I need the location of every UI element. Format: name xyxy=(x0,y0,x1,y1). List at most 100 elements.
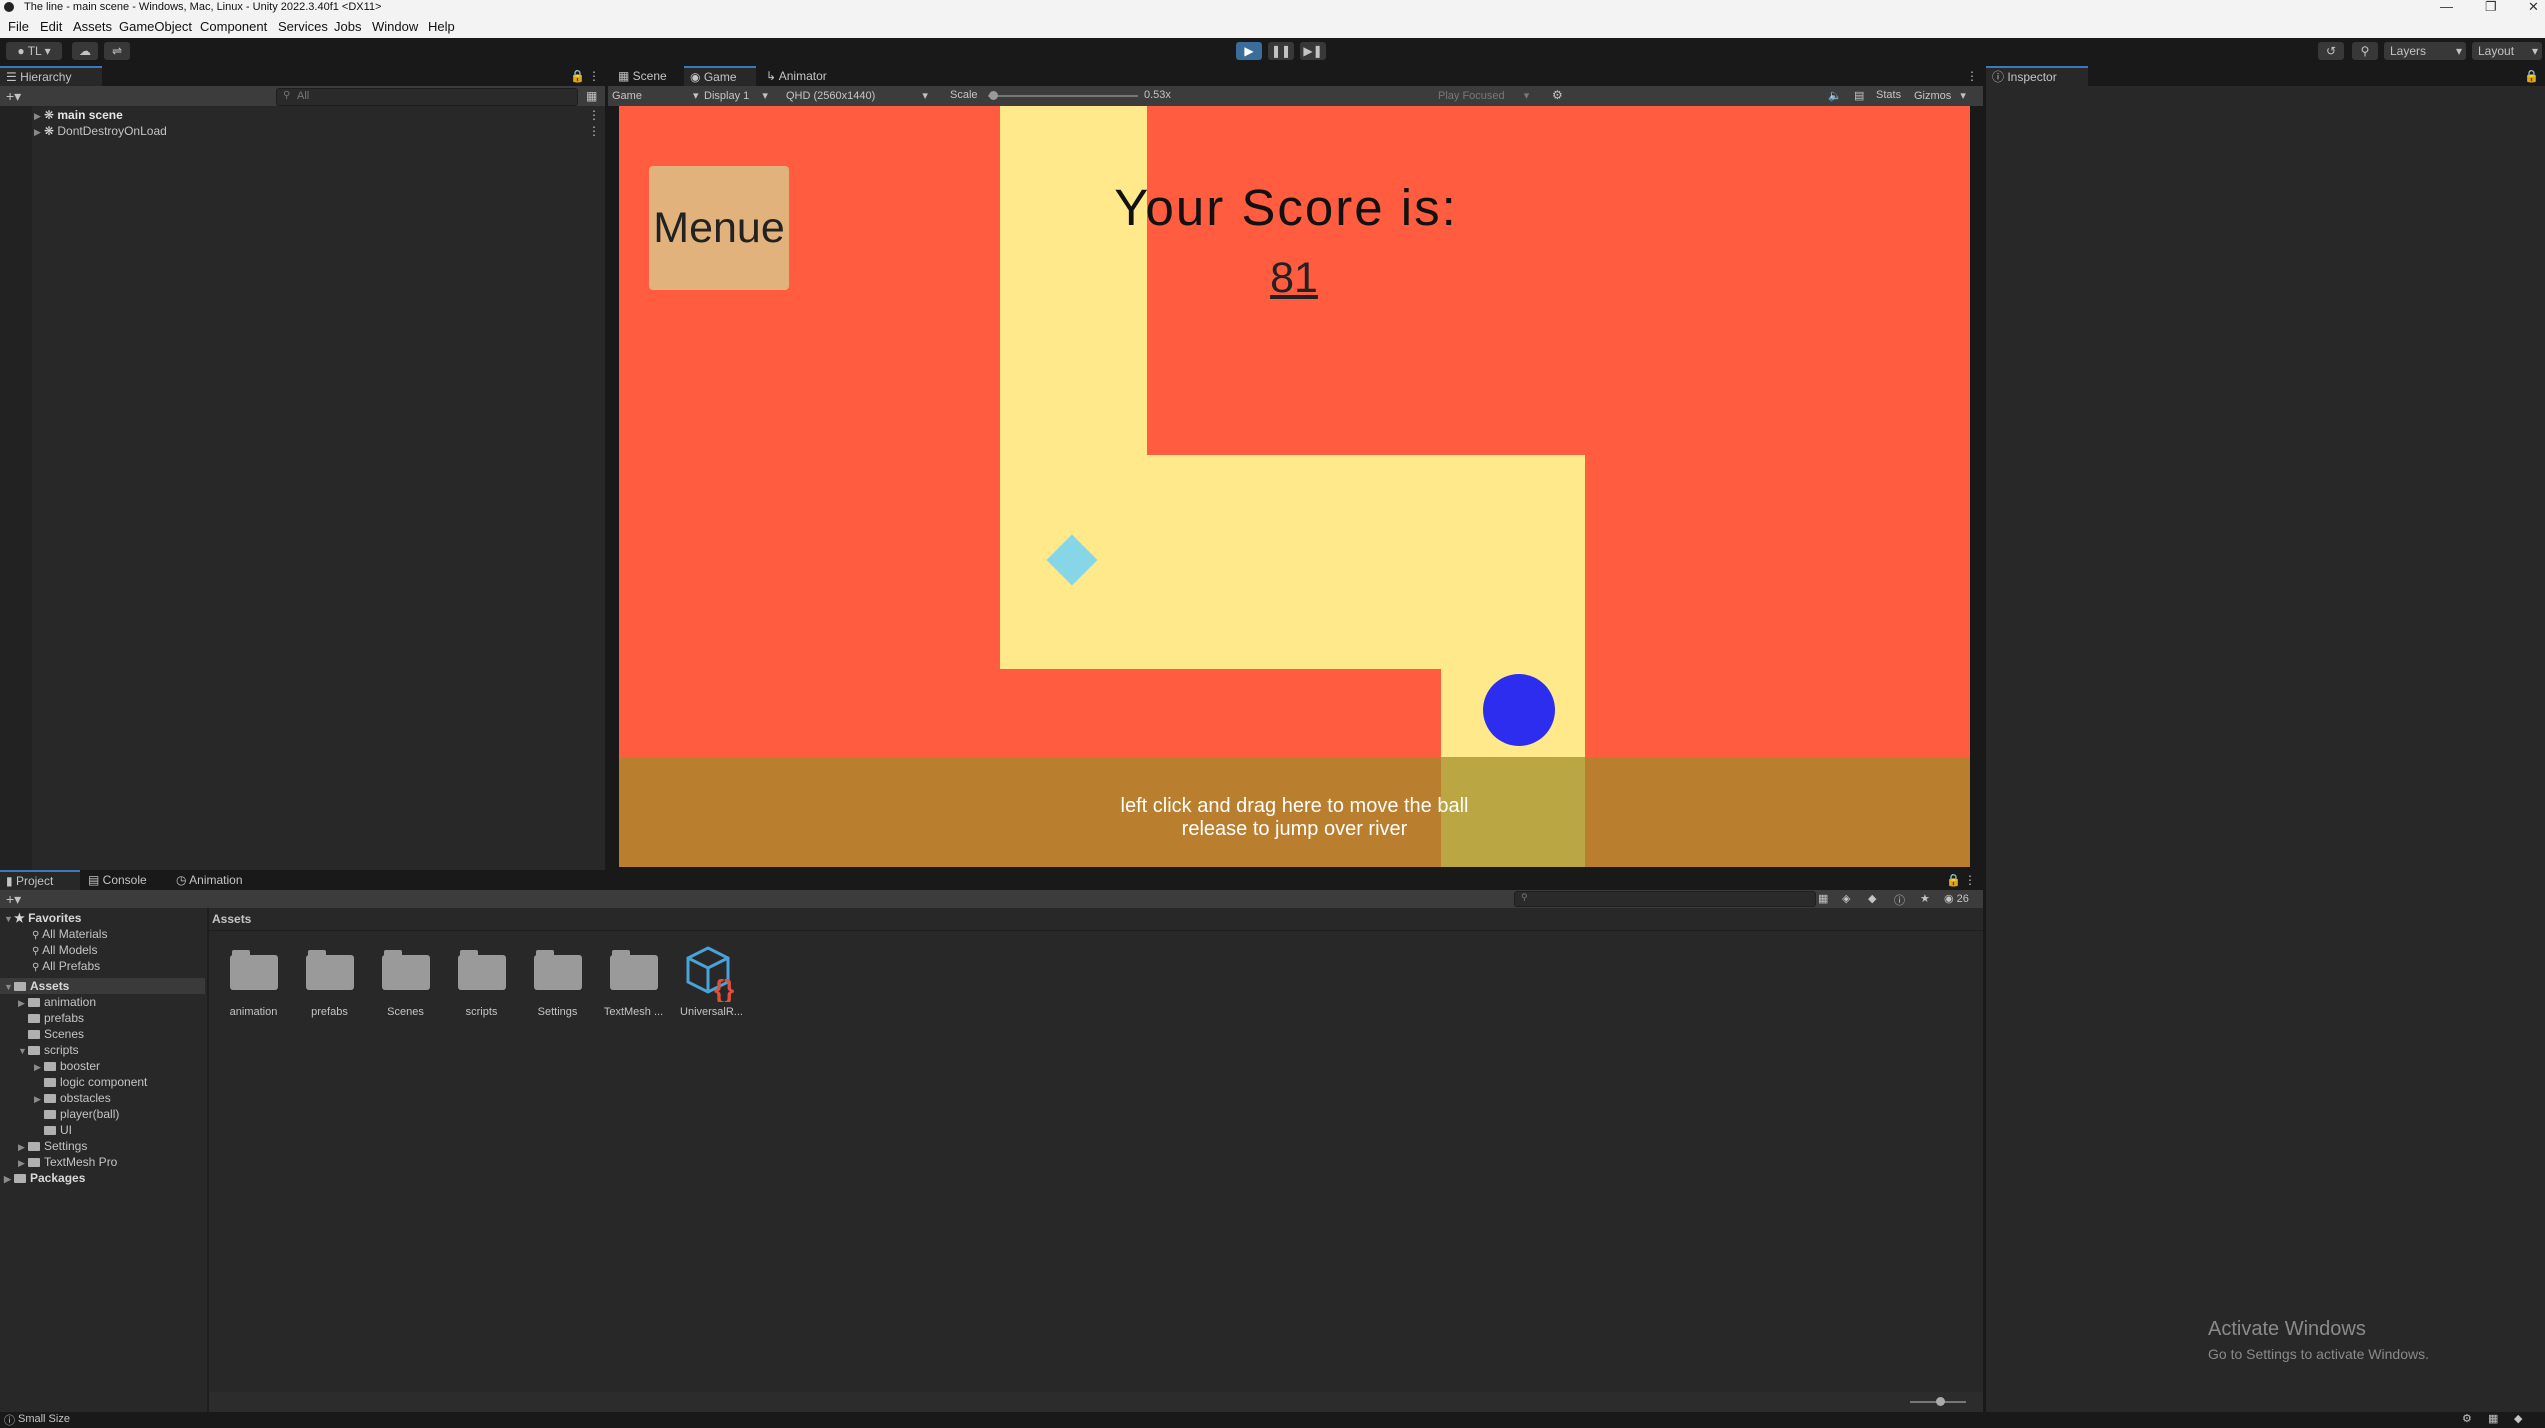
package-cube-icon[interactable]: {} xyxy=(684,944,744,1002)
expand-arrow-icon[interactable]: ▶ xyxy=(34,127,44,138)
more-icon[interactable]: ⋮ xyxy=(588,124,600,138)
aspect-icon[interactable]: ▤ xyxy=(1854,89,1864,102)
network-icon[interactable]: ⚙ xyxy=(2462,1412,2472,1425)
search-icon[interactable]: ⚲ xyxy=(2352,42,2378,60)
asset-folder-icon[interactable] xyxy=(382,950,430,990)
favorites-header[interactable]: ▼★ Favorites xyxy=(4,911,81,925)
play-button[interactable]: ▶ xyxy=(1236,42,1262,60)
step-button[interactable]: ▶❚ xyxy=(1300,42,1326,60)
warning-icon[interactable]: ⓘ xyxy=(1894,892,1905,908)
account-dropdown[interactable]: ● TL ▾ xyxy=(6,42,62,60)
hierarchy-item-main-scene[interactable]: ▶ ❋ main scene xyxy=(34,108,123,122)
tree-item-obstacles[interactable]: ▶ obstacles xyxy=(34,1091,111,1105)
menu-button[interactable]: Menue xyxy=(649,166,789,290)
resolution-dropdown[interactable]: QHD (2560x1440) ▾ xyxy=(786,89,928,102)
tree-item-settings[interactable]: ▶ Settings xyxy=(18,1139,87,1153)
expand-arrow-icon[interactable]: ▼ xyxy=(4,982,14,992)
menu-edit[interactable]: Edit xyxy=(40,19,62,34)
asset-folder-icon[interactable] xyxy=(610,950,658,990)
audio-icon[interactable]: 🔈 xyxy=(1828,89,1842,102)
filter-type-icon[interactable]: ◈ xyxy=(1842,892,1850,905)
menu-jobs[interactable]: Jobs xyxy=(334,19,361,34)
tree-item-scenes[interactable]: Scenes xyxy=(18,1027,84,1041)
star-icon[interactable]: ★ xyxy=(1920,892,1930,905)
lock-icon[interactable]: 🔒 xyxy=(1946,873,1961,887)
asset-folder-icon[interactable] xyxy=(230,950,278,990)
expand-arrow-icon[interactable]: ▶ xyxy=(34,111,44,122)
lock-icon[interactable]: 🔒 xyxy=(570,69,585,83)
layout-dropdown[interactable]: Layout ▾ xyxy=(2472,42,2542,60)
favorite-all-models[interactable]: ⚲ All Models xyxy=(32,943,97,957)
hierarchy-search-input[interactable]: ⚲ All xyxy=(276,88,578,106)
favorite-all-materials[interactable]: ⚲ All Materials xyxy=(32,927,107,941)
history-icon[interactable]: ↺ xyxy=(2318,42,2344,60)
tab-project[interactable]: ▮ Project xyxy=(0,870,80,892)
tab-game[interactable]: ◉ Game xyxy=(684,66,756,88)
menu-gameobject[interactable]: GameObject xyxy=(119,19,192,34)
minimize-icon[interactable]: — xyxy=(2440,0,2453,14)
display-dropdown[interactable]: Display 1 ▾ xyxy=(704,89,768,102)
tab-inspector[interactable]: ⓘ Inspector xyxy=(1986,66,2088,88)
packages-root[interactable]: ▶ Packages xyxy=(4,1171,85,1185)
assets-root[interactable]: ▼ Assets xyxy=(4,979,69,993)
menu-component[interactable]: Component xyxy=(200,19,267,34)
menu-help[interactable]: Help xyxy=(428,19,455,34)
game-canvas[interactable]: left click and drag here to move the bal… xyxy=(619,106,1970,867)
tree-item-player-ball[interactable]: player(ball) xyxy=(34,1107,119,1121)
scale-slider-handle[interactable] xyxy=(989,91,998,100)
game-mode-dropdown[interactable]: Game ▾ xyxy=(612,89,699,102)
tree-item-prefabs[interactable]: prefabs xyxy=(18,1011,84,1025)
more-icon[interactable]: ⋮ xyxy=(588,69,600,83)
play-focused-dropdown[interactable]: Play Focused ▾ xyxy=(1438,89,1529,102)
debug-icon[interactable]: ◆ xyxy=(2514,1412,2522,1425)
cloud-icon[interactable]: ☁ xyxy=(72,42,98,60)
tree-item-ui[interactable]: UI xyxy=(34,1123,72,1137)
bug-icon[interactable]: ⚙ xyxy=(1552,88,1563,102)
close-icon[interactable]: ✕ xyxy=(2528,0,2539,14)
tree-item-logic-component[interactable]: logic component xyxy=(34,1075,147,1089)
tab-console[interactable]: ▤ Console xyxy=(82,870,164,890)
expand-arrow-icon[interactable]: ▶ xyxy=(34,1062,44,1073)
hierarchy-item-dontdestroyonload[interactable]: ▶ ❋ DontDestroyOnLoad xyxy=(34,124,167,138)
icon-size-slider-handle[interactable] xyxy=(1936,1397,1945,1406)
tab-animator[interactable]: ↳ Animator xyxy=(760,66,852,86)
menu-file[interactable]: File xyxy=(8,19,29,34)
collab-icon[interactable]: ⇌ xyxy=(104,42,130,60)
tree-item-textmesh-pro[interactable]: ▶ TextMesh Pro xyxy=(18,1155,117,1169)
favorite-all-prefabs[interactable]: ⚲ All Prefabs xyxy=(32,959,100,973)
menu-window[interactable]: Window xyxy=(372,19,418,34)
pause-button[interactable]: ❚❚ xyxy=(1268,42,1294,60)
asset-folder-icon[interactable] xyxy=(534,950,582,990)
stats-button[interactable]: Stats xyxy=(1876,89,1901,101)
scale-slider-track[interactable] xyxy=(988,95,1138,97)
asset-folder-icon[interactable] xyxy=(458,950,506,990)
expand-arrow-icon[interactable]: ▶ xyxy=(34,1094,44,1105)
search-scope-icon[interactable]: ▦ xyxy=(1818,892,1828,905)
expand-arrow-icon[interactable]: ▶ xyxy=(18,1158,28,1169)
tab-animation[interactable]: ◷ Animation xyxy=(170,870,272,890)
filter-icon[interactable]: ▦ xyxy=(586,89,597,103)
asset-folder-icon[interactable] xyxy=(306,950,354,990)
breadcrumb[interactable]: Assets xyxy=(212,912,251,926)
add-icon[interactable]: +▾ xyxy=(6,891,21,908)
control-zone[interactable]: left click and drag here to move the bal… xyxy=(619,757,1970,867)
tree-item-booster[interactable]: ▶ booster xyxy=(34,1059,100,1073)
restore-icon[interactable]: ❐ xyxy=(2485,0,2497,14)
expand-arrow-icon[interactable]: ▼ xyxy=(4,914,14,924)
expand-arrow-icon[interactable]: ▶ xyxy=(4,1174,14,1185)
menu-services[interactable]: Services xyxy=(278,19,328,34)
menu-assets[interactable]: Assets xyxy=(73,19,112,34)
tab-hierarchy[interactable]: ☰ Hierarchy xyxy=(0,66,102,88)
expand-arrow-icon[interactable]: ▼ xyxy=(18,1046,28,1056)
add-icon[interactable]: +▾ xyxy=(6,88,21,105)
label-icon[interactable]: ◆ xyxy=(1868,892,1876,905)
more-icon[interactable]: ⋮ xyxy=(1964,873,1976,887)
layers-dropdown[interactable]: Layers ▾ xyxy=(2384,42,2466,60)
expand-arrow-icon[interactable]: ▶ xyxy=(18,998,28,1009)
expand-arrow-icon[interactable]: ▶ xyxy=(18,1142,28,1153)
progress-icon[interactable]: ▦ xyxy=(2488,1412,2498,1425)
lock-icon[interactable]: 🔒 xyxy=(2524,69,2539,83)
gizmos-dropdown[interactable]: Gizmos ▾ xyxy=(1914,89,1966,102)
more-icon[interactable]: ⋮ xyxy=(1966,69,1978,83)
tab-scene[interactable]: ▦ Scene xyxy=(612,66,684,86)
